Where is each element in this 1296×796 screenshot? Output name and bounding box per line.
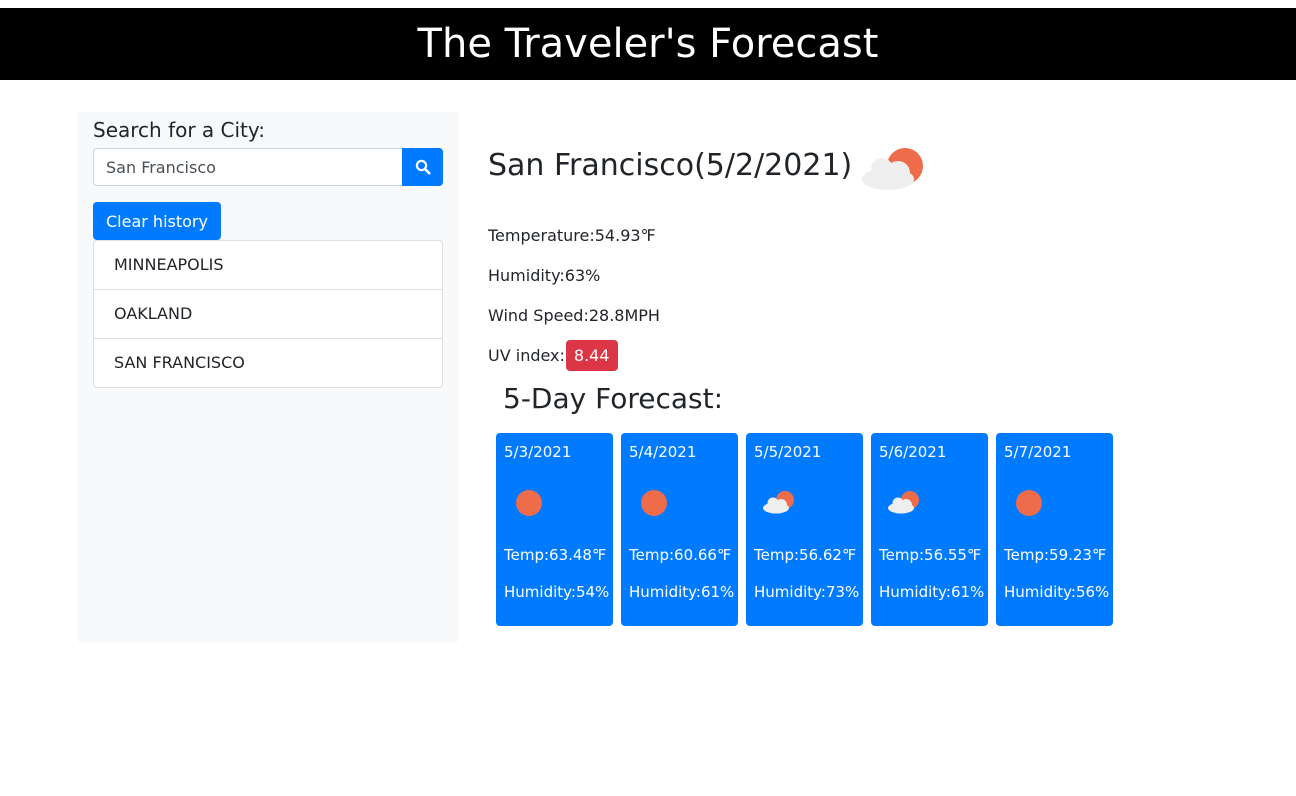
forecast-card: 5/3/2021 Temp:63.48℉ Humidity:54% (496, 433, 613, 626)
current-temperature: Temperature:54.93℉ (488, 226, 656, 245)
search-label: Search for a City: (93, 118, 266, 142)
forecast-date: 5/7/2021 (1004, 443, 1072, 461)
clear-history-button[interactable]: Clear history (93, 202, 221, 240)
history-item-san-francisco[interactable]: SAN FRANCISCO (94, 339, 442, 387)
uv-label: UV index: (488, 346, 565, 365)
forecast-date: 5/5/2021 (754, 443, 822, 461)
forecast-card: 5/6/2021 Temp:56.55℉ Humidity:61% (871, 433, 988, 626)
current-uv: UV index: 8.44 (488, 340, 618, 371)
search-history-list: MINNEAPOLIS OAKLAND SAN FRANCISCO (93, 240, 443, 388)
current-city-title: San Francisco(5/2/2021) (488, 148, 853, 183)
app-title: The Traveler's Forecast (417, 21, 879, 67)
forecast-temp: Temp:63.48℉ (504, 546, 607, 564)
forecast-temp: Temp:59.23℉ (1004, 546, 1107, 564)
forecast-temp: Temp:56.62℉ (754, 546, 857, 564)
search-icon (415, 159, 430, 175)
sun-icon (1016, 490, 1042, 516)
forecast-humidity: Humidity:61% (879, 583, 985, 601)
forecast-date: 5/6/2021 (879, 443, 947, 461)
forecast-card: 5/4/2021 Temp:60.66℉ Humidity:61% (621, 433, 738, 626)
forecast-humidity: Humidity:73% (754, 583, 860, 601)
forecast-temp: Temp:56.55℉ (879, 546, 982, 564)
partly-cloudy-icon (763, 491, 794, 514)
forecast-temp: Temp:60.66℉ (629, 546, 732, 564)
history-item-minneapolis[interactable]: MINNEAPOLIS (94, 241, 442, 290)
forecast-date: 5/4/2021 (629, 443, 697, 461)
forecast-title: 5-Day Forecast: (503, 382, 724, 415)
current-wind-speed: Wind Speed:28.8MPH (488, 306, 660, 325)
sidebar: Search for a City: Clear history MINNEAP… (78, 112, 458, 642)
sun-icon (641, 490, 667, 516)
partly-cloudy-icon (862, 148, 923, 190)
sun-icon (516, 490, 542, 516)
forecast-humidity: Humidity:61% (629, 583, 735, 601)
history-item-oakland[interactable]: OAKLAND (94, 290, 442, 339)
forecast-humidity: Humidity:54% (504, 583, 610, 601)
current-humidity: Humidity:63% (488, 266, 601, 285)
page-header: The Traveler's Forecast (0, 8, 1296, 80)
forecast-cards: 5/3/2021 Temp:63.48℉ Humidity:54% 5/4/20… (496, 433, 1113, 626)
forecast-card: 5/5/2021 Temp:56.62℉ Humidity:73% (746, 433, 863, 626)
partly-cloudy-icon (888, 491, 919, 514)
search-button[interactable] (402, 148, 443, 186)
city-search-input[interactable] (93, 148, 403, 186)
uv-index-badge: 8.44 (565, 340, 618, 371)
forecast-date: 5/3/2021 (504, 443, 572, 461)
forecast-card: 5/7/2021 Temp:59.23℉ Humidity:56% (996, 433, 1113, 626)
forecast-humidity: Humidity:56% (1004, 583, 1110, 601)
